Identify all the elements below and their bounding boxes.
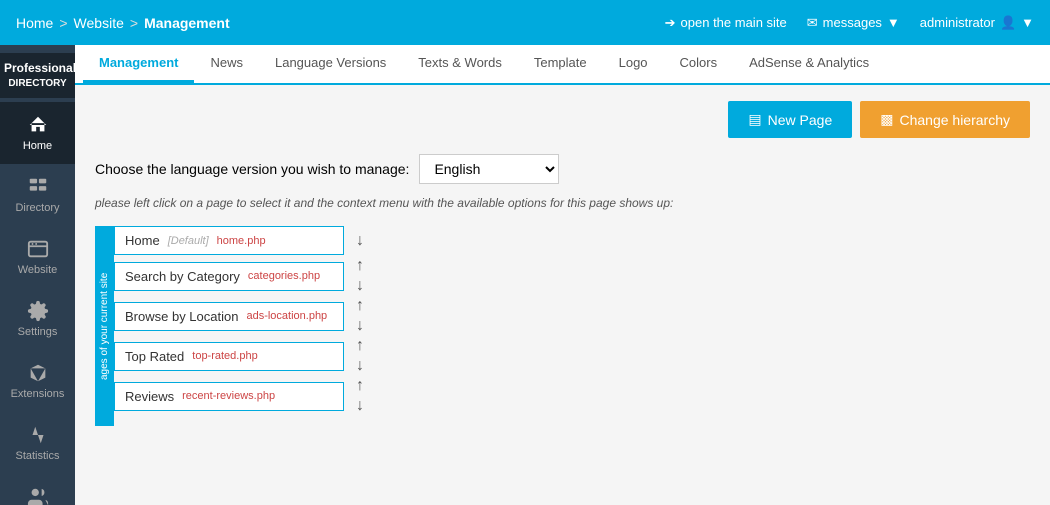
page-item-browse[interactable]: Browse by Location ads-location.php	[114, 302, 344, 331]
arrow-down-button[interactable]: ↓	[352, 357, 368, 375]
messages-chevron-icon: ▼	[887, 15, 900, 30]
page-tag: [Default]	[168, 235, 209, 247]
main-layout: Professionals DIRECTORY Home Directory W…	[0, 45, 1050, 505]
users-icon	[27, 486, 49, 505]
admin-icon: 👤	[1000, 15, 1016, 31]
page-file: categories.php	[248, 270, 320, 282]
page-name: Reviews	[125, 389, 174, 404]
page-file: recent-reviews.php	[182, 390, 275, 402]
new-page-icon: ▤	[748, 111, 761, 128]
page-arrows-reviews: ↑ ↓	[352, 377, 368, 415]
page-file: ads-location.php	[246, 310, 327, 322]
page-arrows-search: ↑ ↓	[352, 257, 368, 295]
page-content: ▤ New Page ▩ Change hierarchy Choose the…	[75, 85, 1050, 505]
breadcrumb: Home > Website > Management	[16, 15, 665, 31]
home-icon	[27, 114, 49, 136]
page-name: Search by Category	[125, 269, 240, 284]
tab-template[interactable]: Template	[518, 45, 603, 83]
extensions-icon	[27, 362, 49, 384]
arrow-down-button[interactable]: ↓	[352, 232, 368, 250]
sidebar-item-home[interactable]: Home	[0, 102, 75, 164]
table-row: Search by Category categories.php ↑ ↓	[114, 257, 1030, 295]
page-arrows-home: ↓	[352, 232, 368, 250]
settings-icon	[27, 300, 49, 322]
pages-list: Home [Default] home.php ↓ Search by Cate…	[114, 226, 1030, 415]
breadcrumb-management: Management	[144, 15, 230, 31]
breadcrumb-home[interactable]: Home	[16, 15, 53, 31]
content-area: Management News Language Versions Texts …	[75, 45, 1050, 505]
arrow-down-button[interactable]: ↓	[352, 277, 368, 295]
page-file: top-rated.php	[192, 350, 257, 362]
tab-language-versions[interactable]: Language Versions	[259, 45, 402, 83]
page-arrows-top-rated: ↑ ↓	[352, 337, 368, 375]
table-row: Browse by Location ads-location.php ↑ ↓	[114, 297, 1030, 335]
statistics-icon	[27, 424, 49, 446]
header-right: ➔ open the main site ✉ messages ▼ admini…	[665, 15, 1034, 31]
pages-container: ages of your current site Home [Default]…	[95, 226, 1030, 426]
website-icon	[27, 238, 49, 260]
admin-link[interactable]: administrator 👤 ▼	[920, 15, 1034, 31]
arrow-down-button[interactable]: ↓	[352, 397, 368, 415]
tab-management[interactable]: Management	[83, 45, 194, 83]
tab-bar: Management News Language Versions Texts …	[75, 45, 1050, 85]
page-item-top-rated[interactable]: Top Rated top-rated.php	[114, 342, 344, 371]
table-row: Home [Default] home.php ↓	[114, 226, 1030, 255]
tab-texts-words[interactable]: Texts & Words	[402, 45, 518, 83]
change-hierarchy-button[interactable]: ▩ Change hierarchy	[860, 101, 1030, 138]
page-name: Home	[125, 233, 160, 248]
hierarchy-icon: ▩	[880, 111, 893, 128]
page-item-search[interactable]: Search by Category categories.php	[114, 262, 344, 291]
sidebar-item-users[interactable]	[0, 474, 75, 505]
messages-link[interactable]: ✉ messages ▼	[807, 15, 900, 31]
pages-sidebar-label: ages of your current site	[95, 226, 114, 426]
page-item-reviews[interactable]: Reviews recent-reviews.php	[114, 382, 344, 411]
arrow-up-button[interactable]: ↑	[352, 257, 368, 275]
page-item-home[interactable]: Home [Default] home.php	[114, 226, 344, 255]
sidebar-item-settings[interactable]: Settings	[0, 288, 75, 350]
table-row: Top Rated top-rated.php ↑ ↓	[114, 337, 1030, 375]
sidebar-logo: Professionals DIRECTORY	[0, 53, 75, 98]
external-link-icon: ➔	[665, 15, 676, 31]
arrow-up-button[interactable]: ↑	[352, 297, 368, 315]
breadcrumb-sep-2: >	[130, 15, 138, 31]
tab-news[interactable]: News	[194, 45, 259, 83]
top-header: Home > Website > Management ➔ open the m…	[0, 0, 1050, 45]
directory-icon	[27, 176, 49, 198]
sidebar-item-website[interactable]: Website	[0, 226, 75, 288]
page-name: Top Rated	[125, 349, 184, 364]
sidebar-item-statistics[interactable]: Statistics	[0, 412, 75, 474]
language-select[interactable]: English French Spanish	[419, 154, 559, 184]
new-page-button[interactable]: ▤ New Page	[728, 101, 852, 138]
sidebar-item-extensions[interactable]: Extensions	[0, 350, 75, 412]
tab-logo[interactable]: Logo	[603, 45, 664, 83]
breadcrumb-sep-1: >	[59, 15, 67, 31]
language-row: Choose the language version you wish to …	[95, 154, 1030, 184]
mail-icon: ✉	[807, 15, 818, 31]
open-main-site-link[interactable]: ➔ open the main site	[665, 15, 787, 31]
arrow-up-button[interactable]: ↑	[352, 377, 368, 395]
language-label: Choose the language version you wish to …	[95, 161, 409, 177]
sidebar: Professionals DIRECTORY Home Directory W…	[0, 45, 75, 505]
arrow-down-button[interactable]: ↓	[352, 317, 368, 335]
instruction-text: please left click on a page to select it…	[95, 196, 1030, 210]
arrow-up-button[interactable]: ↑	[352, 337, 368, 355]
admin-chevron-icon: ▼	[1021, 15, 1034, 30]
tab-adsense-analytics[interactable]: AdSense & Analytics	[733, 45, 885, 83]
sidebar-item-directory[interactable]: Directory	[0, 164, 75, 226]
action-buttons: ▤ New Page ▩ Change hierarchy	[95, 101, 1030, 138]
page-file: home.php	[217, 235, 266, 247]
page-name: Browse by Location	[125, 309, 238, 324]
breadcrumb-website[interactable]: Website	[74, 15, 124, 31]
tab-colors[interactable]: Colors	[664, 45, 734, 83]
page-arrows-browse: ↑ ↓	[352, 297, 368, 335]
table-row: Reviews recent-reviews.php ↑ ↓	[114, 377, 1030, 415]
